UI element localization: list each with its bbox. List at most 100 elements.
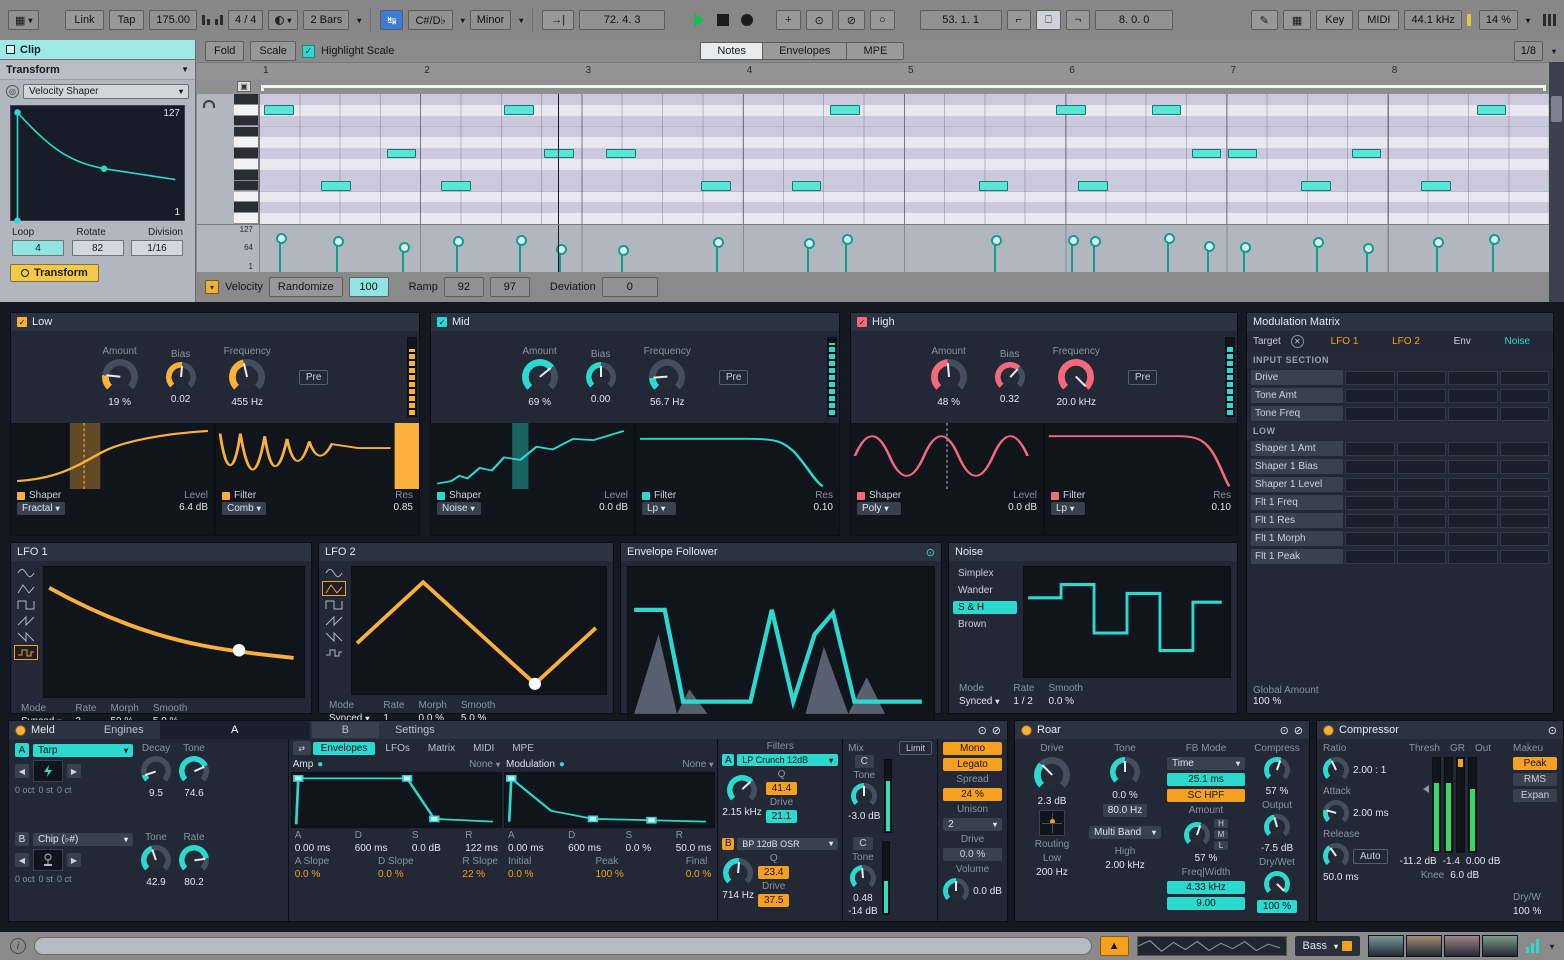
loop-start-field[interactable]: 53. 1. 1 xyxy=(920,10,1002,30)
filter-a-q-value[interactable]: 41.4 xyxy=(766,782,797,795)
midi-note[interactable] xyxy=(321,181,351,191)
fb-time-value[interactable]: 25.1 ms xyxy=(1167,773,1245,786)
out-value[interactable]: 0.00 dB xyxy=(1466,856,1500,867)
piano-key[interactable] xyxy=(234,159,258,170)
initial-value[interactable]: 0.0 % xyxy=(508,869,534,880)
lfo2-header[interactable]: LFO 2 xyxy=(319,543,613,561)
amp-sustain-value[interactable]: 0.0 dB xyxy=(412,843,441,854)
lfo1-graph[interactable] xyxy=(43,566,305,698)
velocity-marker[interactable] xyxy=(807,245,809,272)
filter-b-freq-knob[interactable] xyxy=(723,858,753,888)
envelope-follower-graph[interactable] xyxy=(627,566,935,721)
piano-key[interactable] xyxy=(234,170,258,181)
band-h-button[interactable]: H xyxy=(1214,819,1229,828)
matrix-cell-group[interactable] xyxy=(1397,496,1447,510)
thresh-meter[interactable] xyxy=(1444,757,1453,853)
tab-b[interactable]: B xyxy=(312,722,379,738)
matrix-target-label[interactable]: Flt 1 Morph xyxy=(1251,531,1343,546)
options-menu-button[interactable]: ▦▾ xyxy=(8,10,39,30)
high-shaper-graph[interactable]: Shaper Poly▾ Level0.0 dB xyxy=(851,423,1043,535)
matrix-cell-group[interactable] xyxy=(1345,478,1395,492)
piano-key[interactable] xyxy=(234,105,258,116)
rotate-value-field[interactable]: 82 xyxy=(72,240,124,256)
engine-a-knob2[interactable] xyxy=(179,756,209,786)
expand-button[interactable]: Expan xyxy=(1513,789,1557,802)
midi-note[interactable] xyxy=(264,105,294,115)
thresh-handle-icon[interactable] xyxy=(1423,785,1429,793)
fb-mode-selector[interactable]: Time▾ xyxy=(1167,757,1245,770)
loop-value-field[interactable]: 4 xyxy=(12,240,64,256)
velocity-marker[interactable] xyxy=(336,243,338,272)
piano-key[interactable] xyxy=(234,116,258,127)
piano-key[interactable] xyxy=(234,181,258,192)
key-map-button[interactable]: Key xyxy=(1316,10,1353,30)
transform-section-header[interactable]: Transform ▼ xyxy=(0,60,195,80)
midi-note[interactable] xyxy=(387,149,417,159)
meld-header[interactable]: Meld Engines A B Settings ⊙ ⊘ xyxy=(9,721,1007,739)
mix-b-c-button[interactable]: C xyxy=(853,837,872,850)
info-icon[interactable]: i xyxy=(10,938,26,954)
subtab-envelopes[interactable]: Envelopes xyxy=(313,742,376,755)
frequency-knob[interactable] xyxy=(229,359,265,395)
velocity-shaper-graph[interactable]: 127 1 xyxy=(10,105,185,221)
mix-a-tone-knob[interactable] xyxy=(851,783,877,809)
rms-button[interactable]: RMS xyxy=(1513,773,1557,786)
highlight-grid-button[interactable]: ▦ xyxy=(1283,10,1311,30)
ratio-knob[interactable] xyxy=(1323,757,1349,783)
matrix-cell-group[interactable] xyxy=(1448,550,1498,564)
scale-button[interactable]: Scale xyxy=(250,41,296,61)
filter-b-q-value[interactable]: 23.4 xyxy=(758,866,789,879)
thresh-value[interactable]: -11.2 dB xyxy=(1400,856,1437,867)
matrix-cell-group[interactable] xyxy=(1500,496,1550,510)
pre-button[interactable]: Pre xyxy=(299,370,329,385)
mono-button[interactable]: Mono xyxy=(943,742,1002,755)
velocity-marker[interactable] xyxy=(1167,240,1169,272)
stop-button[interactable] xyxy=(717,14,729,26)
matrix-target-label[interactable]: Shaper 1 Amt xyxy=(1251,441,1343,456)
matrix-cell-group[interactable] xyxy=(1345,514,1395,528)
velocity-marker[interactable] xyxy=(845,241,847,272)
piano-roll[interactable] xyxy=(197,94,1564,224)
triangle-wave-icon[interactable] xyxy=(323,582,345,595)
device-thumbnail[interactable] xyxy=(1406,935,1442,957)
matrix-cell-group[interactable] xyxy=(1345,460,1395,474)
device-chain-overview[interactable] xyxy=(1368,935,1518,957)
ramp-end-field[interactable]: 97 xyxy=(490,277,530,297)
matrix-cell-group[interactable] xyxy=(1345,407,1395,421)
matrix-cell-group[interactable] xyxy=(1345,371,1395,385)
tab-notes[interactable]: Notes xyxy=(701,43,763,59)
frequency-knob[interactable] xyxy=(649,359,685,395)
res-value[interactable]: 0.10 xyxy=(1212,502,1231,513)
matrix-cell-group[interactable] xyxy=(1500,371,1550,385)
piano-key[interactable] xyxy=(234,192,258,203)
roar-tone-freq[interactable]: 80.0 Hz xyxy=(1103,804,1147,817)
pre-button[interactable]: Pre xyxy=(719,370,749,385)
matrix-cell-group[interactable] xyxy=(1397,407,1447,421)
matrix-cell-group[interactable] xyxy=(1500,478,1550,492)
crossover-width-value[interactable]: 9.00 xyxy=(1167,897,1245,910)
square-wave-icon[interactable] xyxy=(15,598,37,611)
matrix-source-lfo1[interactable]: LFO 1 xyxy=(1331,336,1359,347)
randomize-button[interactable]: Randomize xyxy=(269,277,343,297)
midi-map-button[interactable]: MIDI xyxy=(1358,10,1399,30)
loop-length-field[interactable]: 8. 0. 0 xyxy=(1095,10,1173,30)
capture-midi-button[interactable]: ○ xyxy=(870,10,895,30)
metronome-button[interactable]: ▾ xyxy=(268,10,298,30)
spread-value[interactable]: 24 % xyxy=(943,788,1002,801)
low-band-activator[interactable]: ✓ xyxy=(17,317,27,327)
compressor-activator[interactable] xyxy=(1323,725,1334,736)
matrix-cell-group[interactable] xyxy=(1397,460,1447,474)
matrix-source-noise[interactable]: Noise xyxy=(1505,336,1531,347)
sc-hpf-button[interactable]: SC HPF xyxy=(1167,789,1245,802)
low-shaper-graph[interactable]: Shaper Fractal▾ Level6.4 dB xyxy=(11,423,214,535)
global-drive-value[interactable]: 0.0 % xyxy=(943,848,1002,861)
roar-header[interactable]: Roar ⊙ ⊘ xyxy=(1015,721,1309,739)
midi-note[interactable] xyxy=(1421,181,1451,191)
matrix-cell-group[interactable] xyxy=(1500,532,1550,546)
velocity-marker[interactable] xyxy=(621,252,623,272)
noise-header[interactable]: Noise xyxy=(949,543,1237,561)
piano-key[interactable] xyxy=(234,213,258,224)
r-slope-value[interactable]: 22 % xyxy=(462,869,485,880)
time-signature-field[interactable]: 4 / 4 xyxy=(228,10,263,30)
matrix-cell-group[interactable] xyxy=(1448,371,1498,385)
